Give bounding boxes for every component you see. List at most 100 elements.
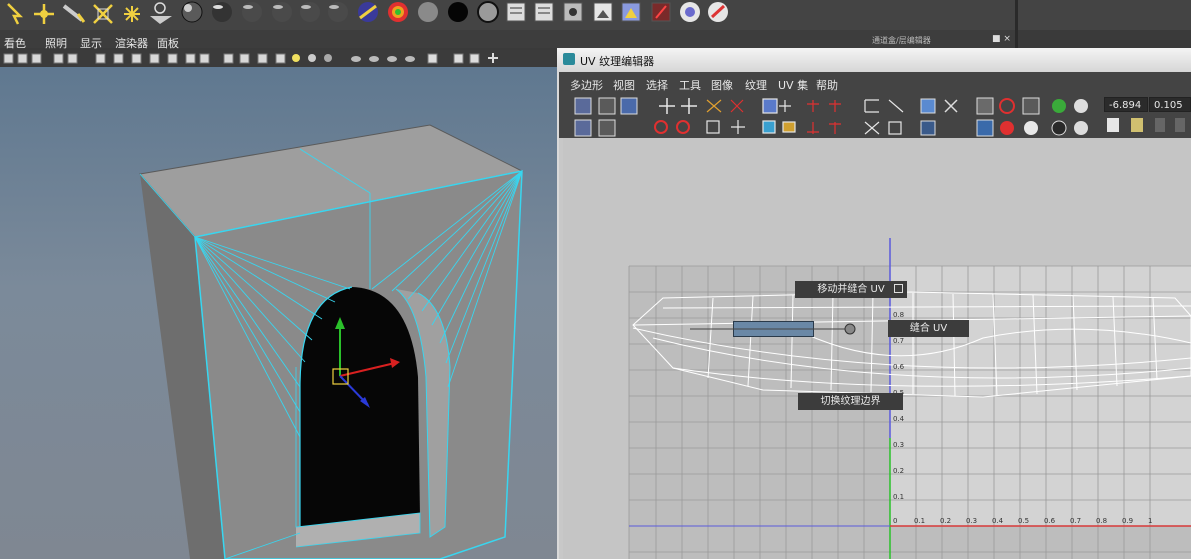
smooth-shade-icon[interactable]: [239, 53, 250, 64]
safe-action-icon[interactable]: [185, 53, 196, 64]
bookmark-icon[interactable]: [31, 53, 42, 64]
sphere-rainbow-icon[interactable]: [388, 2, 408, 22]
sphere-shader-icon[interactable]: [181, 1, 203, 23]
align-max-u-icon[interactable]: [829, 100, 841, 112]
grid-icon[interactable]: [95, 53, 106, 64]
grid-uv-icon[interactable]: [779, 100, 791, 112]
display-grid-icon[interactable]: [976, 97, 994, 115]
xray-joints-icon[interactable]: [469, 53, 480, 64]
isolate-uv-icon[interactable]: [920, 98, 936, 114]
resolution-gate-icon[interactable]: [131, 53, 142, 64]
uv-image-icon[interactable]: [620, 97, 638, 115]
ipr-icon[interactable]: [651, 2, 671, 22]
swatch-outline-icon[interactable]: [477, 1, 499, 23]
uv-snapshot-icon[interactable]: [598, 97, 616, 115]
uv-menu-help[interactable]: 帮助: [816, 77, 838, 93]
paste-u-icon[interactable]: [1155, 118, 1165, 132]
hypershade-icon[interactable]: [563, 2, 583, 22]
2d-pan-icon[interactable]: [67, 53, 78, 64]
flip-u-icon[interactable]: [659, 98, 675, 114]
shade-uv-icon[interactable]: [1022, 97, 1040, 115]
select-shell-icon[interactable]: [864, 99, 879, 113]
filter-icon[interactable]: [1052, 99, 1066, 113]
panel-close-icon[interactable]: ■ ×: [992, 34, 1011, 44]
render-clapper-icon[interactable]: [506, 2, 526, 22]
menu-panels[interactable]: 面板: [157, 35, 179, 51]
sphere-grey4-icon[interactable]: [328, 2, 348, 22]
ratio-icon[interactable]: [1074, 121, 1088, 135]
paste-uv-icon[interactable]: [1131, 118, 1143, 132]
shadows-icon[interactable]: [324, 54, 332, 62]
render-clapper2-icon[interactable]: [534, 2, 554, 22]
sphere-grey2-icon[interactable]: [272, 2, 292, 22]
uv-frame-icon[interactable]: [598, 119, 616, 137]
safe-title-icon[interactable]: [199, 53, 210, 64]
align-min-v-icon[interactable]: [807, 122, 819, 134]
option-box-icon[interactable]: [894, 284, 903, 293]
uv-grid-icon[interactable]: [574, 119, 592, 137]
soft-select-icon[interactable]: [124, 6, 140, 22]
copy-uv-icon[interactable]: [1107, 118, 1119, 132]
sphere-dark-icon[interactable]: [212, 2, 232, 22]
relax-uv-icon[interactable]: [762, 120, 776, 134]
dim-image-icon[interactable]: [1024, 121, 1038, 135]
move-tool-icon[interactable]: [34, 4, 54, 24]
image-plane-icon[interactable]: [53, 53, 64, 64]
checker-icon[interactable]: [1051, 120, 1067, 136]
all-lights-icon[interactable]: [308, 54, 316, 62]
v-value-field[interactable]: 0.105: [1149, 97, 1191, 112]
shade-wire-icon[interactable]: [257, 53, 268, 64]
unfold-uv-icon[interactable]: [782, 121, 796, 133]
camera-attr-icon[interactable]: [17, 53, 28, 64]
select-shortest-icon[interactable]: [864, 121, 880, 135]
select-border-icon[interactable]: [888, 99, 904, 113]
menu-show[interactable]: 显示: [80, 35, 102, 51]
move-sew-uv-menu-item[interactable]: 移动并缝合 UV: [795, 281, 907, 298]
align-max-v-icon[interactable]: [829, 122, 841, 134]
rotate-cw-icon[interactable]: [676, 120, 690, 134]
uv-menu-texture[interactable]: 纹理: [745, 77, 767, 93]
paste-v-icon[interactable]: [1175, 118, 1185, 132]
uv-lattice-icon[interactable]: [944, 99, 958, 113]
align-min-u-icon[interactable]: [807, 100, 819, 112]
uv-menu-view[interactable]: 视图: [613, 77, 635, 93]
textured-icon[interactable]: [275, 53, 286, 64]
perspective-viewport[interactable]: [0, 67, 557, 559]
uv-canvas[interactable]: 0 0.1 0.2 0.3 0.4 0.5 0.6 0.7 0.8 0.9 1 …: [563, 138, 1191, 559]
distortion-icon[interactable]: [1000, 121, 1014, 135]
uv-menu-image[interactable]: 图像: [711, 77, 733, 93]
dof-icon[interactable]: [405, 56, 415, 62]
uv-view-icon[interactable]: [574, 97, 592, 115]
layout-uv-icon[interactable]: [762, 98, 778, 114]
wireframe-icon[interactable]: [223, 53, 234, 64]
sphere-blend-icon[interactable]: [358, 2, 378, 22]
default-light-icon[interactable]: [292, 54, 300, 62]
toggle-texture-border-menu-item[interactable]: 切换纹理边界: [798, 393, 903, 410]
camera-select-icon[interactable]: [3, 53, 14, 64]
menu-shading[interactable]: 看色: [4, 35, 26, 51]
sew-uv-icon[interactable]: [706, 120, 720, 134]
menu-renderer[interactable]: 渲染器: [115, 35, 148, 51]
select-overlap-icon[interactable]: [888, 121, 902, 135]
lasso-tool-icon[interactable]: [62, 4, 86, 23]
sew-uv-menu-item[interactable]: 缝合 UV: [888, 320, 969, 337]
split-uv-icon[interactable]: [730, 99, 744, 113]
render-settings-icon[interactable]: [621, 2, 641, 22]
uv-menu-tool[interactable]: 工具: [679, 77, 701, 93]
uv-smudge-icon[interactable]: [920, 120, 936, 136]
show-manip-icon[interactable]: [150, 2, 172, 24]
xray-icon[interactable]: [453, 53, 464, 64]
gate-mask-icon[interactable]: [149, 53, 160, 64]
select-tool-icon[interactable]: [7, 3, 24, 25]
paint-tool-icon[interactable]: [93, 4, 113, 24]
rotate-ccw-icon[interactable]: [654, 120, 668, 134]
backface-icon[interactable]: [488, 53, 498, 63]
film-gate-icon[interactable]: [113, 53, 124, 64]
aa-icon[interactable]: [387, 56, 397, 62]
flip-v-icon[interactable]: [681, 98, 697, 114]
isolate-icon[interactable]: [427, 53, 438, 64]
texture-borders-icon[interactable]: [976, 119, 994, 137]
swatch-grey-icon[interactable]: [418, 2, 438, 22]
uv-menu-uvset[interactable]: UV 集: [778, 77, 808, 93]
sphere-grey3-icon[interactable]: [300, 2, 320, 22]
